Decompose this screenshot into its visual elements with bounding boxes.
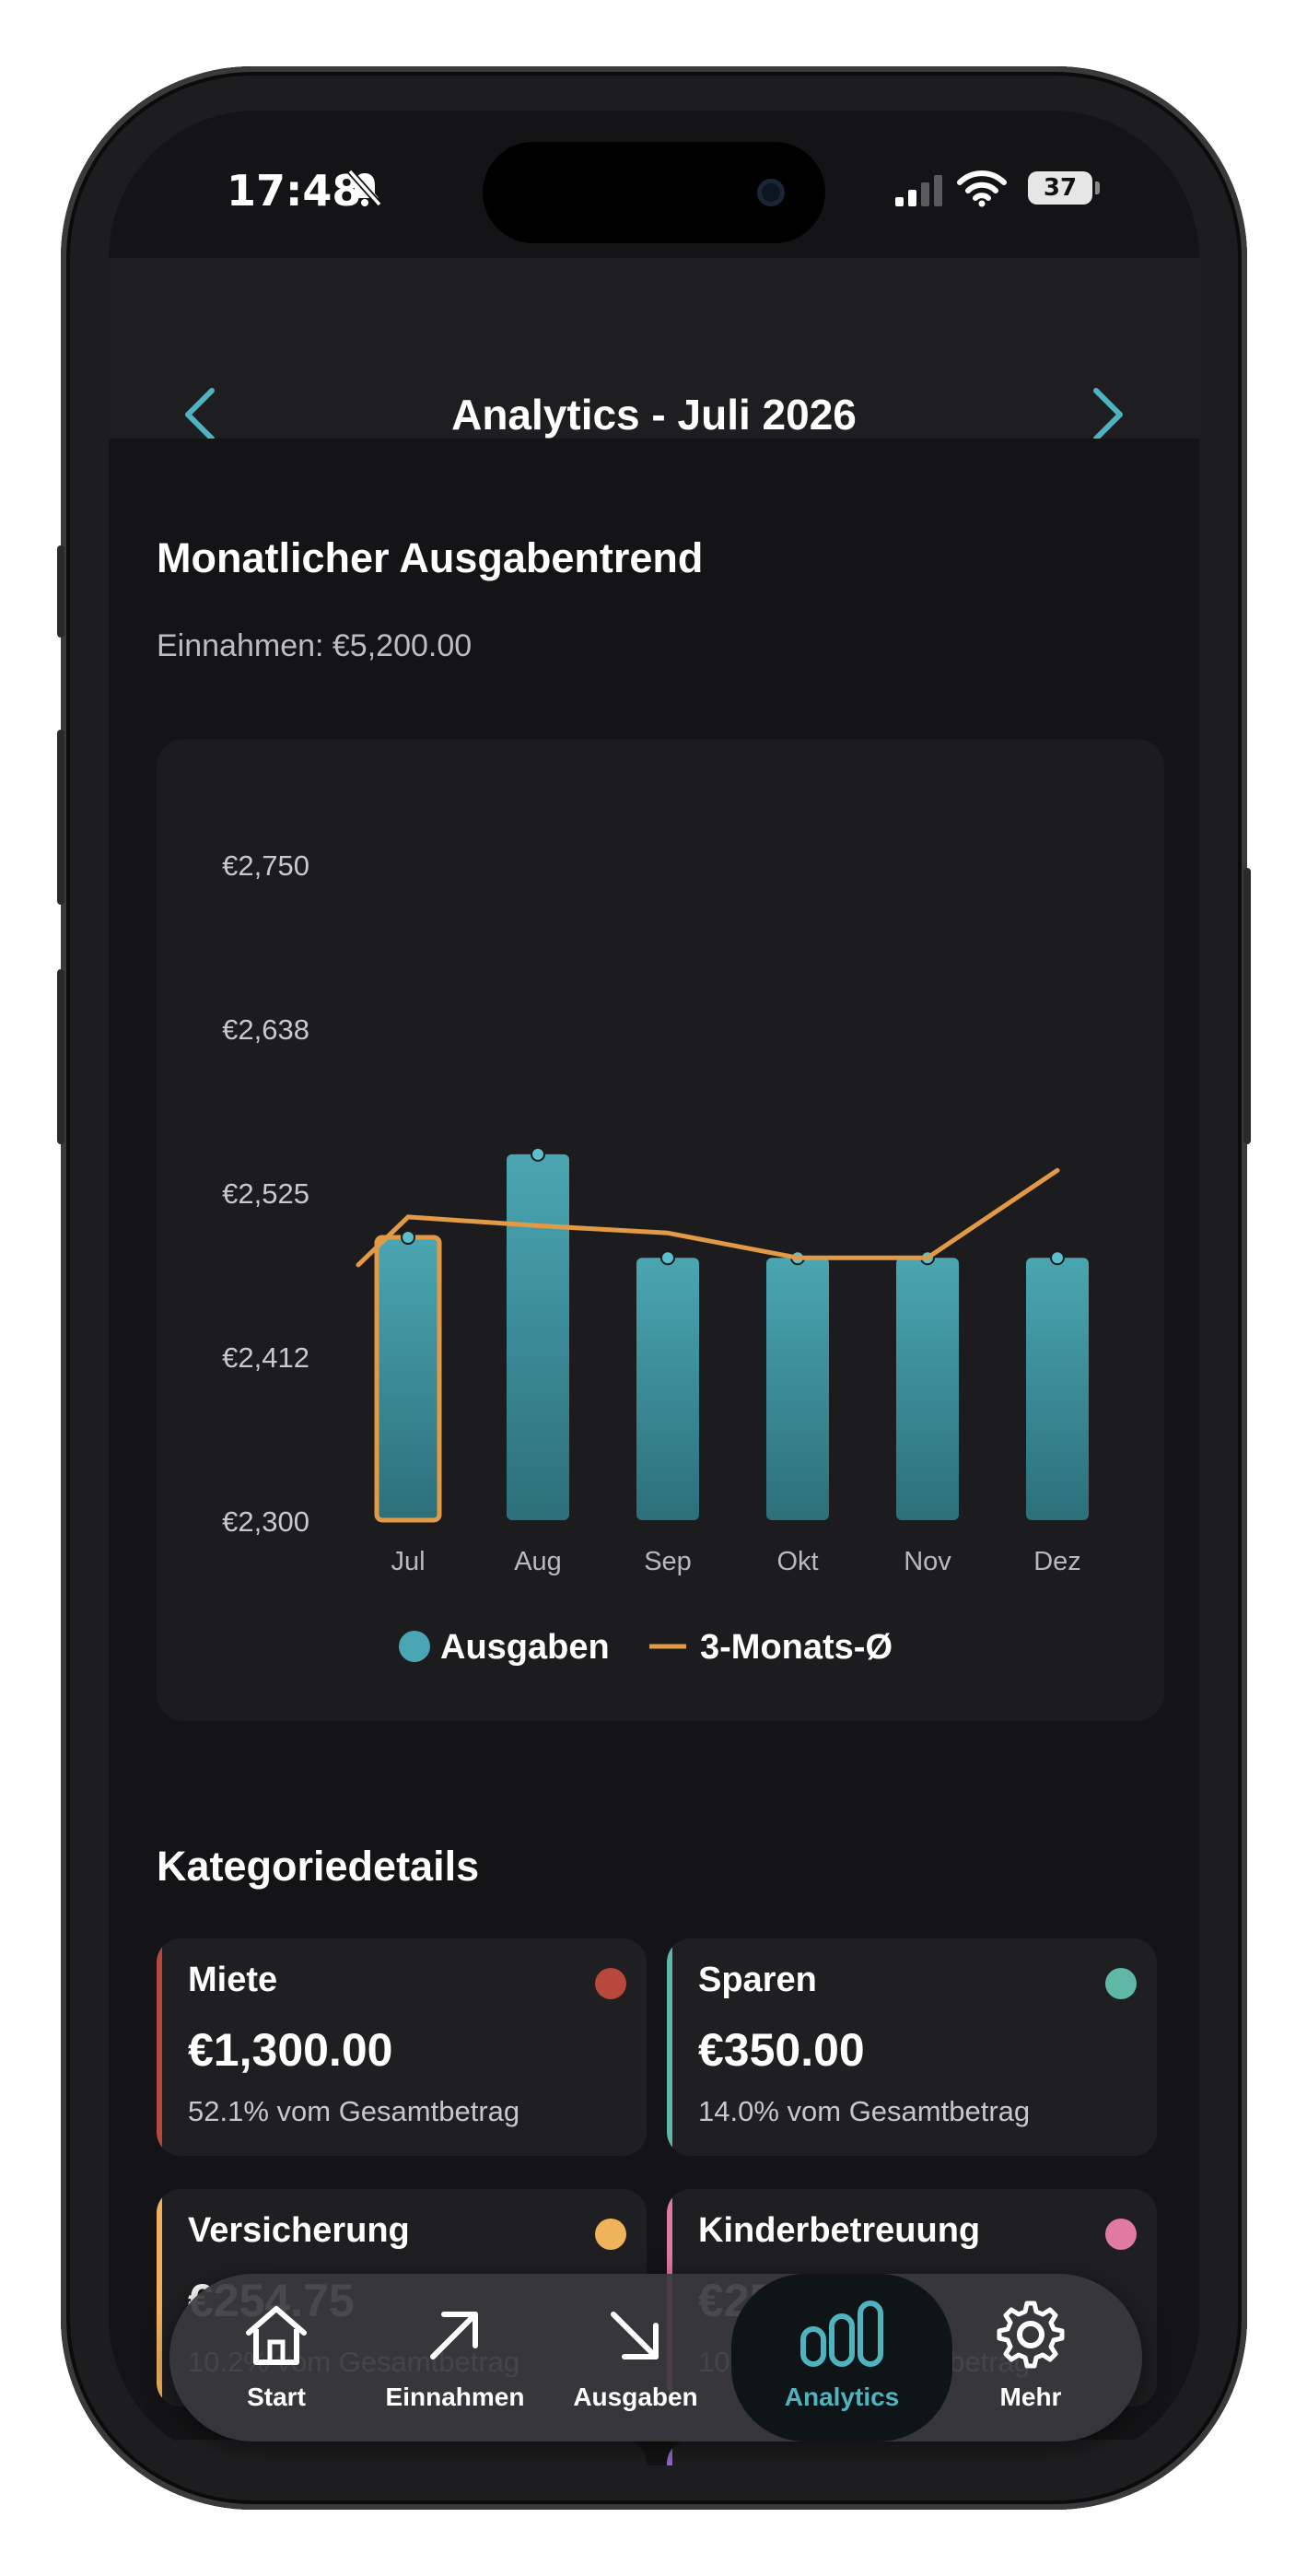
category-card[interactable]: €64.58 <box>667 2440 1157 2465</box>
category-share: 52.1% vom Gesamtbetrag <box>188 2095 520 2127</box>
x-tick-label: Aug <box>514 1547 562 1576</box>
battery-indicator: 37 <box>1028 171 1100 205</box>
tab-analytics[interactable]: Analytics <box>731 2274 952 2441</box>
tab-label: Analytics <box>784 2383 900 2411</box>
bar-sep[interactable] <box>636 1258 699 1520</box>
x-tick-label: Nov <box>904 1547 951 1576</box>
bar-chart-icon <box>800 2301 883 2367</box>
x-tick-label: Dez <box>1033 1547 1081 1576</box>
side-button-silent <box>57 545 64 638</box>
category-name: Sparen <box>698 1961 817 1999</box>
plot-area: Jul Aug Sep Okt Nov Dez <box>356 1146 1089 1576</box>
category-card[interactable]: €120.00 <box>157 2440 647 2465</box>
x-tick-label: Okt <box>776 1547 818 1576</box>
income-label: Einnahmen: €5,200.00 <box>157 628 473 663</box>
bottom-tab-bar: Start Einnahmen Ausgaben Analytics Mehr <box>169 2274 1142 2441</box>
y-tick-label: €2,525 <box>222 1177 309 1210</box>
bar-top-marker[interactable] <box>531 1146 545 1162</box>
bar-aug[interactable] <box>507 1153 569 1520</box>
analytics-content: Monatlicher Ausgabentrend Einnahmen: €5,… <box>109 439 1199 2465</box>
bar-top-marker[interactable] <box>660 1250 675 1266</box>
legend-label-average: 3-Monats-Ø <box>700 1628 893 1667</box>
status-time: 17:48 <box>227 166 362 216</box>
category-color-bar <box>157 2189 162 2406</box>
tab-label: Start <box>247 2383 306 2411</box>
signal-icon <box>895 175 942 206</box>
legend-swatch-ausgaben <box>399 1631 430 1662</box>
category-color-bar <box>667 2440 672 2465</box>
bar-jul[interactable] <box>374 1235 442 1523</box>
trend-chart-card: €2,750 €2,638 €2,525 €2,412 €2,300 Jul Aug Sep O… <box>157 739 1164 1721</box>
category-name: Versicherung <box>188 2211 410 2250</box>
y-tick-label: €2,750 <box>222 849 309 882</box>
bar-top-marker[interactable] <box>1050 1250 1065 1266</box>
average-line <box>356 1167 1060 1268</box>
category-card[interactable]: Miete €1,300.00 52.1% vom Gesamtbetrag <box>157 1938 647 2156</box>
status-bar: 17:48 37 <box>109 111 1199 258</box>
tab-label: Ausgaben <box>573 2383 698 2411</box>
category-share: 14.0% vom Gesamtbetrag <box>698 2095 1031 2127</box>
screen: 17:48 37 Analytics - Juli 2026 Monatlich… <box>109 111 1199 2465</box>
x-tick-label: Sep <box>644 1547 692 1576</box>
category-amount: €1,300.00 <box>188 2024 393 2076</box>
bar-okt[interactable] <box>766 1258 829 1520</box>
camera-icon <box>757 179 785 206</box>
tab-einnahmen[interactable]: Einnahmen <box>363 2274 547 2441</box>
category-color-dot <box>595 2219 626 2250</box>
side-button-power <box>1243 868 1251 1144</box>
category-name: Kinderbetreuung <box>698 2211 981 2250</box>
category-card[interactable]: Sparen €350.00 14.0% vom Gesamtbetrag <box>667 1938 1157 2156</box>
category-amount: €350.00 <box>698 2024 865 2076</box>
tab-label: Mehr <box>999 2383 1062 2411</box>
trend-title: Monatlicher Ausgabentrend <box>157 534 704 581</box>
home-icon <box>246 2306 307 2365</box>
category-details-title: Kategoriedetails <box>157 1843 480 1890</box>
arrow-down-right-icon <box>611 2312 659 2359</box>
bell-muted-icon <box>347 169 382 207</box>
x-tick-label: Jul <box>391 1547 425 1576</box>
category-color-bar <box>157 1938 162 2156</box>
wifi-icon <box>957 170 1007 207</box>
tab-label: Einnahmen <box>385 2383 525 2411</box>
gear-icon <box>997 2301 1065 2369</box>
page-title: Analytics - Juli 2026 <box>451 391 857 439</box>
trend-chart: €2,750 €2,638 €2,525 €2,412 €2,300 Jul Aug Sep O… <box>222 849 1089 1667</box>
bar-dez[interactable] <box>1026 1258 1089 1520</box>
side-button-volume-up <box>57 730 64 905</box>
category-color-dot <box>595 1968 626 1999</box>
category-color-dot <box>1105 1968 1137 1999</box>
tab-mehr[interactable]: Mehr <box>952 2274 1109 2441</box>
category-color-bar <box>667 1938 672 2156</box>
y-tick-label: €2,412 <box>222 1341 309 1374</box>
category-color-bar <box>157 2440 162 2465</box>
side-button-volume-down <box>57 969 64 1144</box>
legend-label-ausgaben: Ausgaben <box>440 1628 610 1667</box>
arrow-up-right-icon <box>430 2312 478 2359</box>
y-tick-label: €2,638 <box>222 1013 309 1046</box>
tab-ausgaben[interactable]: Ausgaben <box>553 2274 718 2441</box>
bar-nov[interactable] <box>896 1258 959 1520</box>
category-color-dot <box>1105 2219 1137 2250</box>
bar-top-marker[interactable] <box>401 1230 415 1246</box>
phone-frame: 17:48 37 Analytics - Juli 2026 Monatlich… <box>57 66 1251 2510</box>
y-tick-label: €2,300 <box>222 1505 309 1538</box>
tab-start[interactable]: Start <box>203 2274 350 2441</box>
category-name: Miete <box>188 1961 278 1999</box>
